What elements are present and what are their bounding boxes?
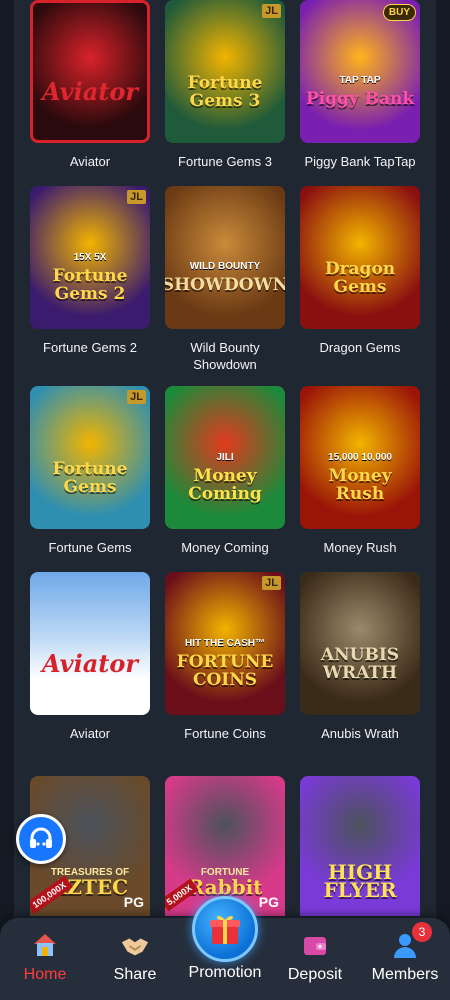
handshake-icon [120, 930, 150, 960]
game-title: Fortune Gems 3 [178, 154, 272, 169]
left-edge-strip [0, 0, 14, 1000]
game-card[interactable]: JL 15X 5X Fortune Gems 2 Fortune Gems 2 [30, 186, 150, 386]
game-art-subtitle: 15,000 10,000 [328, 452, 392, 463]
provider-badge: JL [127, 390, 146, 404]
game-thumbnail[interactable]: JILI Money Coming [165, 386, 285, 529]
game-art-subtitle: 15X 5X [73, 252, 107, 263]
game-art-subtitle: HIT THE CASH™ [185, 638, 265, 649]
game-card[interactable]: Dragon Gems Dragon Gems [300, 186, 420, 386]
provider-badge: JL [262, 576, 281, 590]
game-art-title: Dragon Gems [324, 258, 396, 297]
nav-promotion-label: Promotion [188, 964, 262, 981]
game-art-title: HIGH FLYER [323, 860, 397, 902]
game-title: Fortune Gems 2 [43, 340, 137, 355]
game-thumbnail[interactable]: Dragon Gems [300, 186, 420, 329]
game-art-title: Fortune Gems [52, 458, 128, 497]
game-art-subtitle: WILD BOUNTY [189, 261, 261, 272]
user-icon: 3 [390, 922, 432, 960]
game-card[interactable]: Aviator Aviator [30, 572, 150, 758]
game-title: Wild Bounty Showdown [190, 340, 260, 372]
wallet-icon [300, 930, 330, 960]
game-card[interactable]: JL HIT THE CASH™ FORTUNE COINS Fortune Coin… [165, 572, 285, 758]
game-art-title: FORTUNE COINS [176, 652, 274, 690]
gift-icon [210, 915, 240, 944]
game-art-title: Fortune Gems 3 [187, 72, 263, 111]
game-art-title: Fortune Gems 2 [52, 266, 128, 304]
customer-support-button[interactable] [16, 814, 66, 864]
game-art-title: SHOWDOWN [165, 275, 285, 295]
game-art-title: Money Rush [328, 466, 392, 504]
provider-mark: PG [123, 894, 144, 910]
game-title: Aviator [69, 154, 111, 169]
promotion-button[interactable] [192, 896, 258, 962]
members-notification-badge: 3 [412, 922, 432, 942]
game-title: Aviator [69, 726, 111, 741]
game-card[interactable]: BUY TAP TAP Piggy Bank Piggy Bank TapTap [300, 0, 420, 186]
nav-share[interactable]: Share [95, 930, 175, 984]
partial-game-row: TREASURES OF AZTEC PG 100,000X FORTUNE Rabbit… [30, 776, 422, 916]
game-title: Money Coming [181, 540, 269, 555]
game-thumbnail[interactable]: BUY TAP TAP Piggy Bank [300, 0, 420, 143]
game-art-subtitle: JILI [216, 452, 234, 463]
game-card[interactable]: JL Fortune Gems 3 Fortune Gems 3 [165, 0, 285, 186]
game-art-title: Piggy Bank [305, 89, 415, 109]
game-thumbnail[interactable]: JL HIT THE CASH™ FORTUNE COINS [165, 572, 285, 715]
game-thumbnail[interactable]: Aviator [30, 0, 150, 143]
right-edge-strip [436, 0, 450, 1000]
game-card[interactable]: Aviator Aviator [30, 0, 150, 186]
game-card[interactable]: JILI Money Coming Money Coming [165, 386, 285, 572]
nav-members[interactable]: 3 Members [365, 922, 445, 984]
headset-icon [30, 827, 52, 848]
game-thumbnail[interactable]: 15,000 10,000 Money Rush [300, 386, 420, 529]
nav-home[interactable]: Home [5, 930, 85, 984]
game-title: Dragon Gems [319, 340, 401, 355]
game-grid: Aviator Aviator JL Fortune Gems 3 Fortune Ge… [30, 0, 422, 758]
game-title: Piggy Bank TapTap [304, 154, 416, 169]
game-art-subtitle: TAP TAP [339, 75, 381, 86]
provider-badge: JL [262, 4, 281, 18]
home-icon [30, 930, 60, 960]
game-thumbnail[interactable]: WILD BOUNTY SHOWDOWN [165, 186, 285, 329]
buy-badge: BUY [382, 4, 416, 21]
nav-deposit-label: Deposit [287, 966, 343, 983]
provider-mark: PG [258, 894, 279, 910]
nav-home-label: Home [23, 966, 67, 983]
game-thumbnail[interactable]: FORTUNE Rabbit PG 5,000X [165, 776, 285, 916]
game-thumbnail[interactable]: ANUBIS WRATH [300, 572, 420, 715]
provider-badge: JL [127, 190, 146, 204]
game-art-title: Aviator [42, 76, 138, 106]
nav-promotion[interactable]: Promotion [185, 964, 265, 982]
game-card[interactable]: WILD BOUNTY SHOWDOWN Wild Bounty Showdown [165, 186, 285, 386]
nav-share-label: Share [113, 966, 157, 983]
game-art-title: Money Coming [188, 466, 262, 504]
game-card[interactable]: JL Fortune Gems Fortune Gems [30, 386, 150, 572]
game-thumbnail[interactable]: Aviator [30, 572, 150, 715]
game-card[interactable]: ANUBIS WRATH Anubis Wrath [300, 572, 420, 758]
game-thumbnail[interactable]: JL 15X 5X Fortune Gems 2 [30, 186, 150, 329]
game-title: Anubis Wrath [321, 726, 399, 741]
game-title: Money Rush [323, 540, 397, 555]
game-art-title: ANUBIS WRATH [320, 644, 400, 683]
game-thumbnail[interactable]: HIGH FLYER [300, 776, 420, 916]
game-thumbnail[interactable]: JL Fortune Gems 3 [165, 0, 285, 143]
game-art-title: Aviator [42, 648, 138, 678]
game-card[interactable]: 15,000 10,000 Money Rush Money Rush [300, 386, 420, 572]
game-title: Fortune Coins [184, 726, 266, 741]
game-title: Fortune Gems [48, 540, 132, 555]
game-thumbnail[interactable]: JL Fortune Gems [30, 386, 150, 529]
nav-deposit[interactable]: Deposit [275, 930, 355, 984]
nav-members-label: Members [371, 966, 439, 983]
